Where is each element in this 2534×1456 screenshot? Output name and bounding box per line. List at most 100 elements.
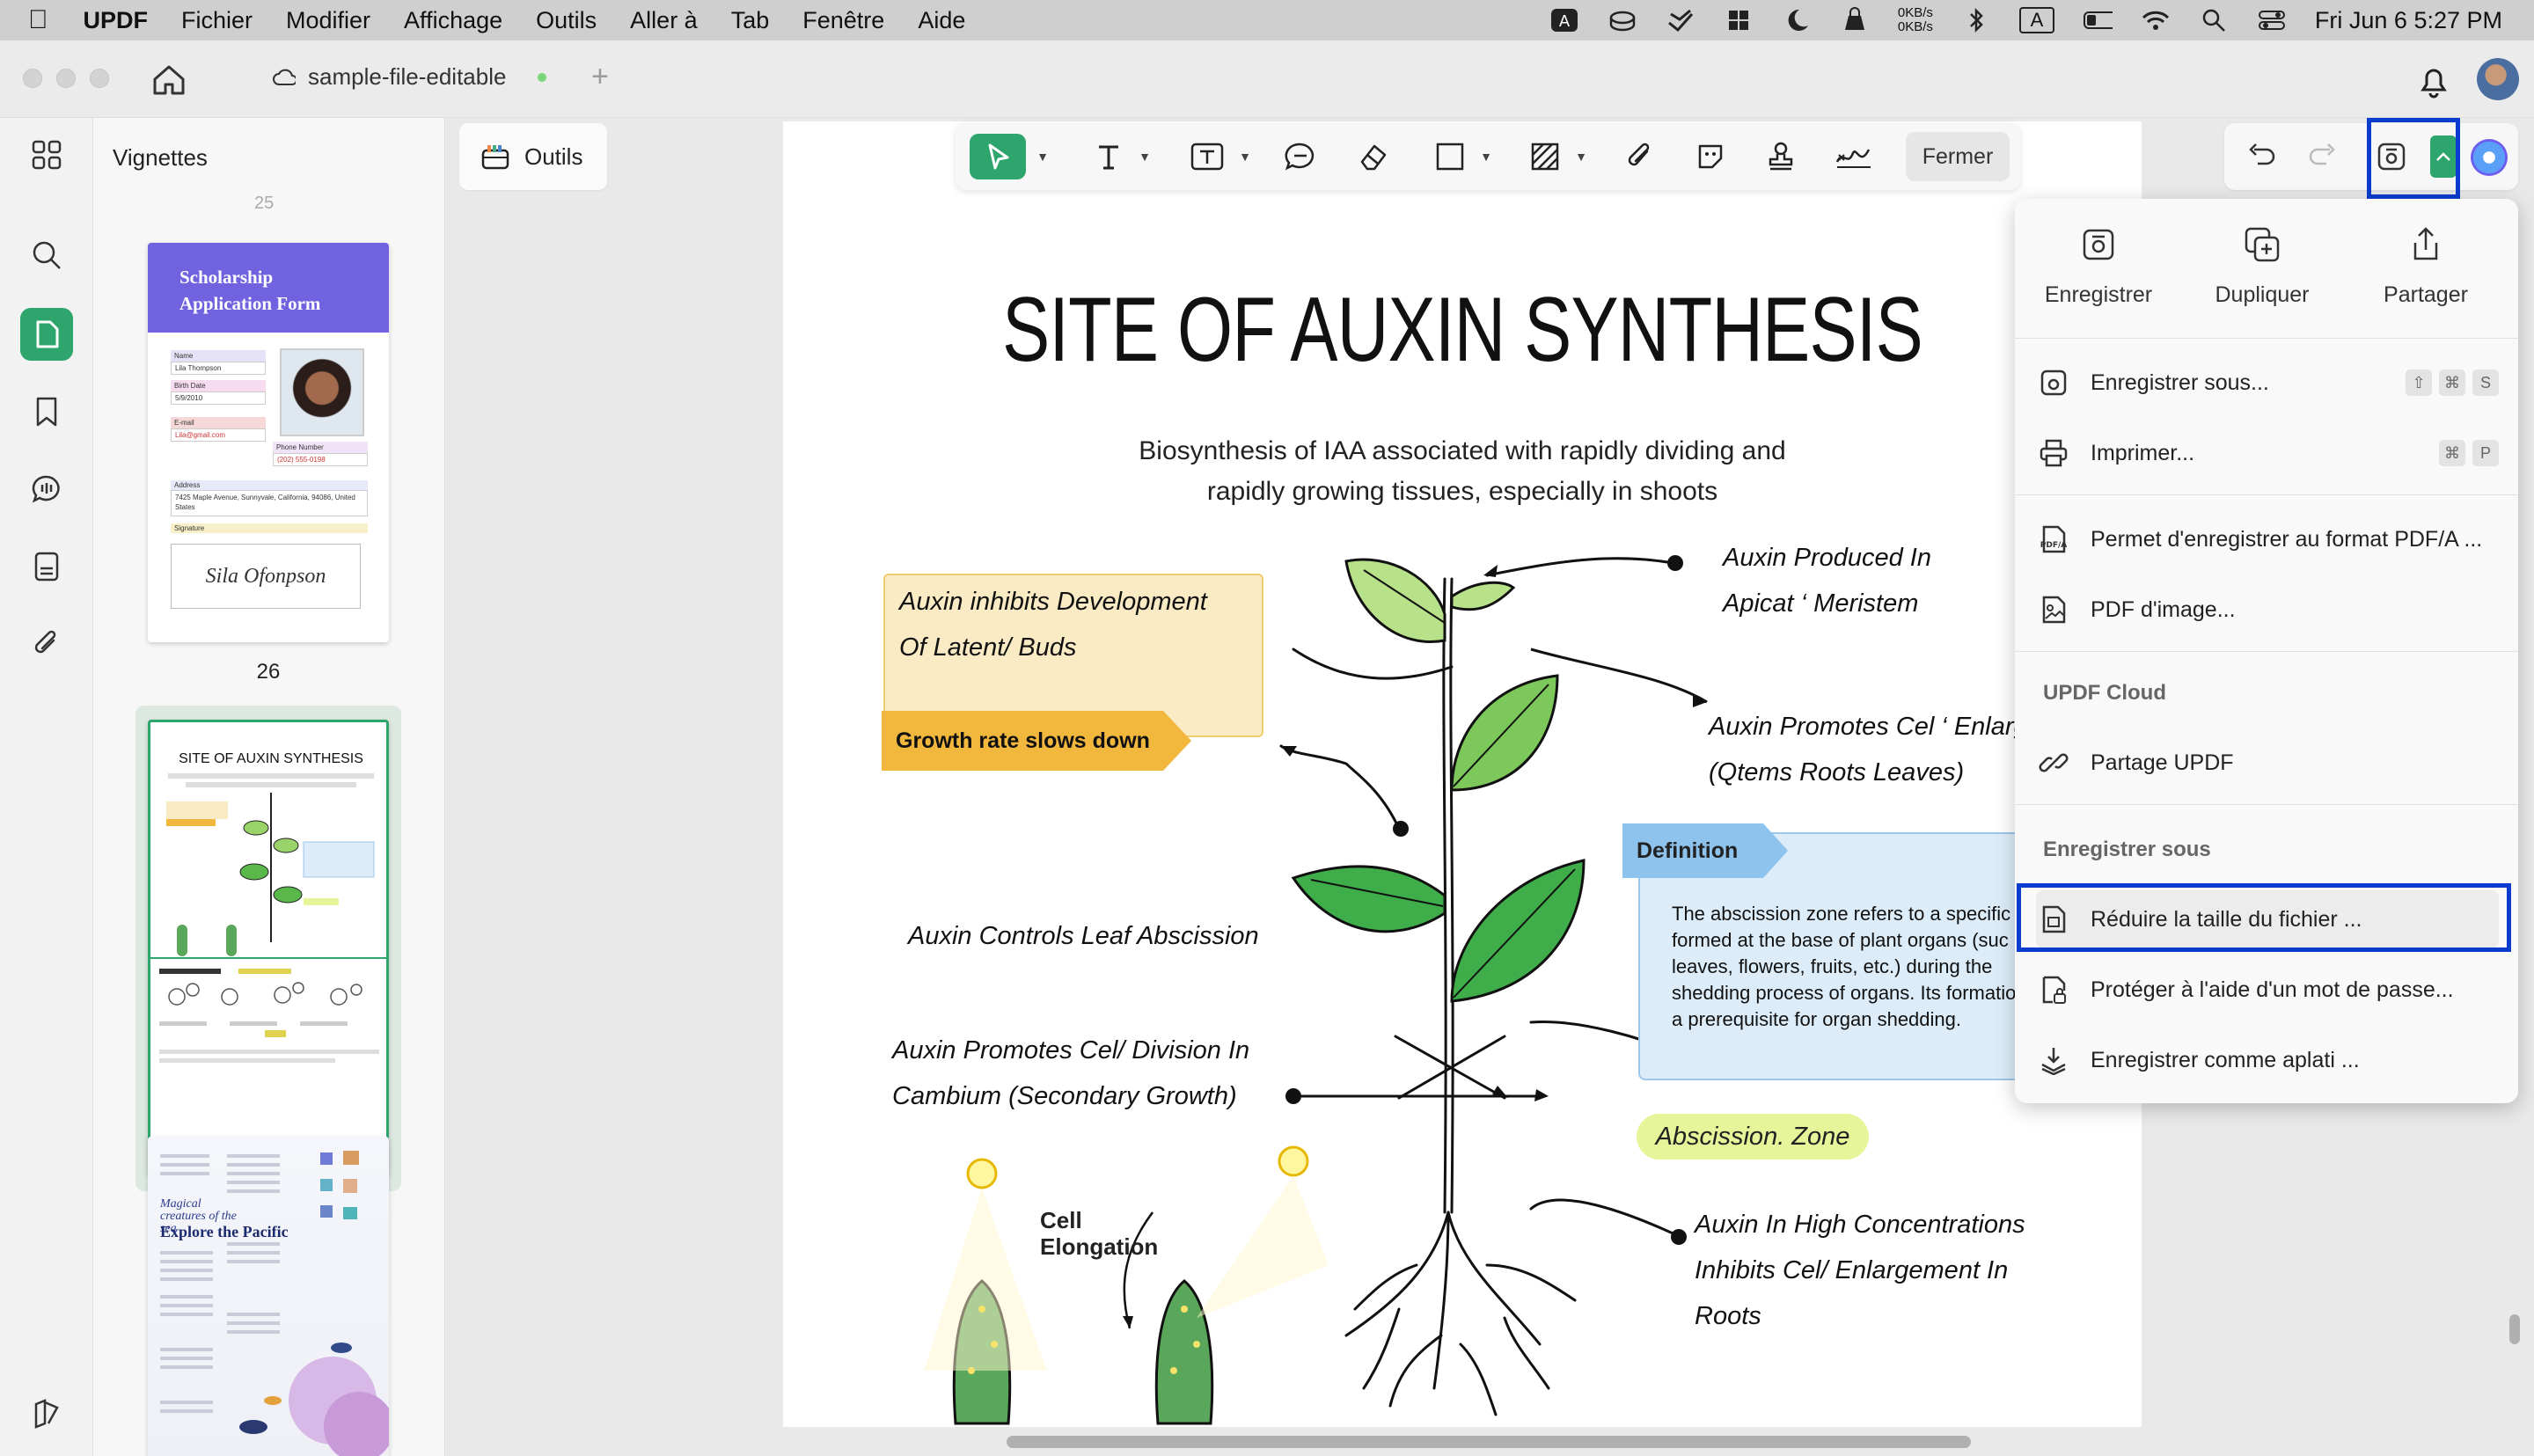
wifi-icon[interactable] [2141,7,2171,33]
paperclip-icon [1628,143,1650,166]
apple-icon[interactable]:  [28,5,48,35]
undo-icon[interactable] [2244,139,2279,179]
duplicate-option[interactable]: Dupliquer [2179,225,2346,308]
horizontal-scrollbar[interactable] [1007,1436,1971,1448]
menu-fichier[interactable]: Fichier [181,7,253,34]
promotes-enlargement-label: Auxin Promotes Cel ‘ Enlargem (Qtems Roo… [1709,713,2063,787]
save-flattened-item[interactable]: Enregistrer comme aplati ... [2036,1031,2499,1089]
stamp-tool-button[interactable] [1761,134,1800,179]
save-as-item[interactable]: Enregistrer sous... ⇧ ⌘ S [2036,354,2499,412]
thumbnail-page-27[interactable]: SITE OF AUXIN SYNTHESIS [148,720,389,1175]
cell-elongation-label: Cell Elongation [1040,1207,1159,1260]
redo-icon[interactable] [2305,139,2340,179]
attach-tool-button[interactable] [1621,134,1659,179]
menu-app-updf[interactable]: UPDF [84,7,149,34]
thumb-field-label: Birth Date [171,380,266,391]
updf-status-icon[interactable]: A [1549,7,1579,33]
chevron-down-icon[interactable]: ▼ [1239,150,1251,164]
thumb-field-value: 7425 Maple Avenue, Sunnyvale, California… [171,490,368,516]
thumb-field-label: E-mail [171,417,266,428]
area-tool-button[interactable]: ▼ [1526,134,1587,179]
duplicate-icon [2245,227,2280,262]
sticker-tool-button[interactable] [1691,134,1730,179]
thumbnails-icon[interactable] [20,308,73,361]
thumbnail-page-28[interactable]: Magical creatures of the sea Explore the… [148,1137,389,1456]
document-tab[interactable]: sample-file-editable [273,63,547,91]
comments-icon[interactable] [26,468,68,510]
page-number-26: 26 [256,660,281,684]
menu-affichage[interactable]: Affichage [404,7,502,34]
vertical-scrollbar[interactable] [2509,1314,2520,1344]
text-box-tool-button[interactable]: ▼ [1186,134,1251,179]
image-pdf-item[interactable]: PDF d'image... [2036,581,2499,639]
stamp-icon [1769,142,1793,171]
save-button-highlight [2367,118,2460,199]
thumbnail-page-26[interactable]: Scholarship Application Form Name Lila T… [148,243,389,642]
menu-outils[interactable]: Outils [536,7,597,34]
bag-icon[interactable] [1840,7,1870,33]
new-tab-button[interactable]: + [591,60,609,94]
search-icon[interactable] [2199,7,2229,33]
save-pdfa-item[interactable]: PDF/A Permet d'enregistrer au format PDF… [2036,510,2499,568]
toolbox-icon [481,145,509,170]
share-option-label: Partager [2384,282,2468,307]
home-icon[interactable] [150,60,188,99]
menu-bar:  UPDF Fichier Modifier Affichage Outils… [0,0,2534,40]
cloud-icon [273,69,296,85]
duplicate-option-label: Dupliquer [2215,282,2310,307]
chevron-down-icon[interactable]: ▼ [1036,150,1049,164]
protect-password-item[interactable]: Protéger à l'aide d'un mot de passe... [2036,961,2499,1019]
menu-aller[interactable]: Aller à [630,7,698,34]
puzzle-icon[interactable] [1724,7,1754,33]
layers-icon[interactable] [26,1392,68,1434]
menu-tab[interactable]: Tab [731,7,770,34]
save-dropdown-menu: Enregistrer Dupliquer Partager Enregistr… [2015,199,2518,1103]
clock[interactable]: Fri Jun 6 5:27 PM [2315,7,2502,34]
apps-grid-icon[interactable] [26,134,68,176]
menu-fenetre[interactable]: Fenêtre [802,7,884,34]
menu-modifier[interactable]: Modifier [286,7,370,34]
sticker-icon [1698,144,1723,169]
share-option[interactable]: Partager [2342,225,2509,308]
bluetooth-icon[interactable] [1961,7,1991,33]
comment-tool-button[interactable] [1281,134,1320,179]
share-updf-item[interactable]: Partage UPDF [2036,734,2499,792]
control-center-icon[interactable] [2257,7,2287,33]
battery-icon[interactable] [2083,7,2113,33]
search-icon[interactable] [26,234,68,276]
bookmark-icon[interactable] [26,391,68,433]
close-window-button[interactable] [23,69,42,88]
chevron-down-icon[interactable]: ▼ [1480,150,1492,164]
eraser-tool-button[interactable] [1353,134,1392,179]
moon-icon[interactable] [1782,7,1812,33]
cloud-sync-icon[interactable] [1666,7,1695,33]
unsaved-indicator [538,72,547,82]
zoom-window-button[interactable] [90,69,109,88]
select-tool-button[interactable]: ▼ [970,134,1049,179]
attachment-icon[interactable] [26,623,68,665]
minimize-window-button[interactable] [56,69,76,88]
pdf-page[interactable]: SITE OF AUXIN SYNTHESIS Biosynthesis of … [783,121,2142,1427]
tools-button[interactable]: Outils [459,123,607,190]
print-shortcut: ⌘ P [2439,440,2499,466]
disk-icon[interactable] [1608,7,1637,33]
signature-tool-button[interactable] [1832,134,1876,179]
printer-icon [2036,435,2071,471]
forms-icon[interactable] [26,545,68,588]
close-edit-button[interactable]: Fermer [1906,132,2010,181]
cursor-icon [988,143,1009,170]
chevron-down-icon[interactable]: ▼ [1575,150,1587,164]
user-avatar[interactable] [2477,58,2519,100]
shape-tool-button[interactable]: ▼ [1431,134,1492,179]
bell-icon[interactable] [2416,62,2451,100]
chevron-down-icon[interactable]: ▼ [1139,150,1151,164]
save-as-shortcut: ⇧ ⌘ S [2406,369,2499,396]
print-item[interactable]: Imprimer... ⌘ P [2036,424,2499,482]
ai-assistant-icon[interactable] [2471,139,2508,176]
text-tool-button[interactable]: ▼ [1089,134,1151,179]
input-source-icon[interactable]: A [2018,7,2054,33]
share-updf-label: Partage UPDF [2091,750,2234,775]
menu-aide[interactable]: Aide [918,7,965,34]
svg-text:A: A [1559,12,1571,31]
save-option[interactable]: Enregistrer [2015,225,2182,308]
